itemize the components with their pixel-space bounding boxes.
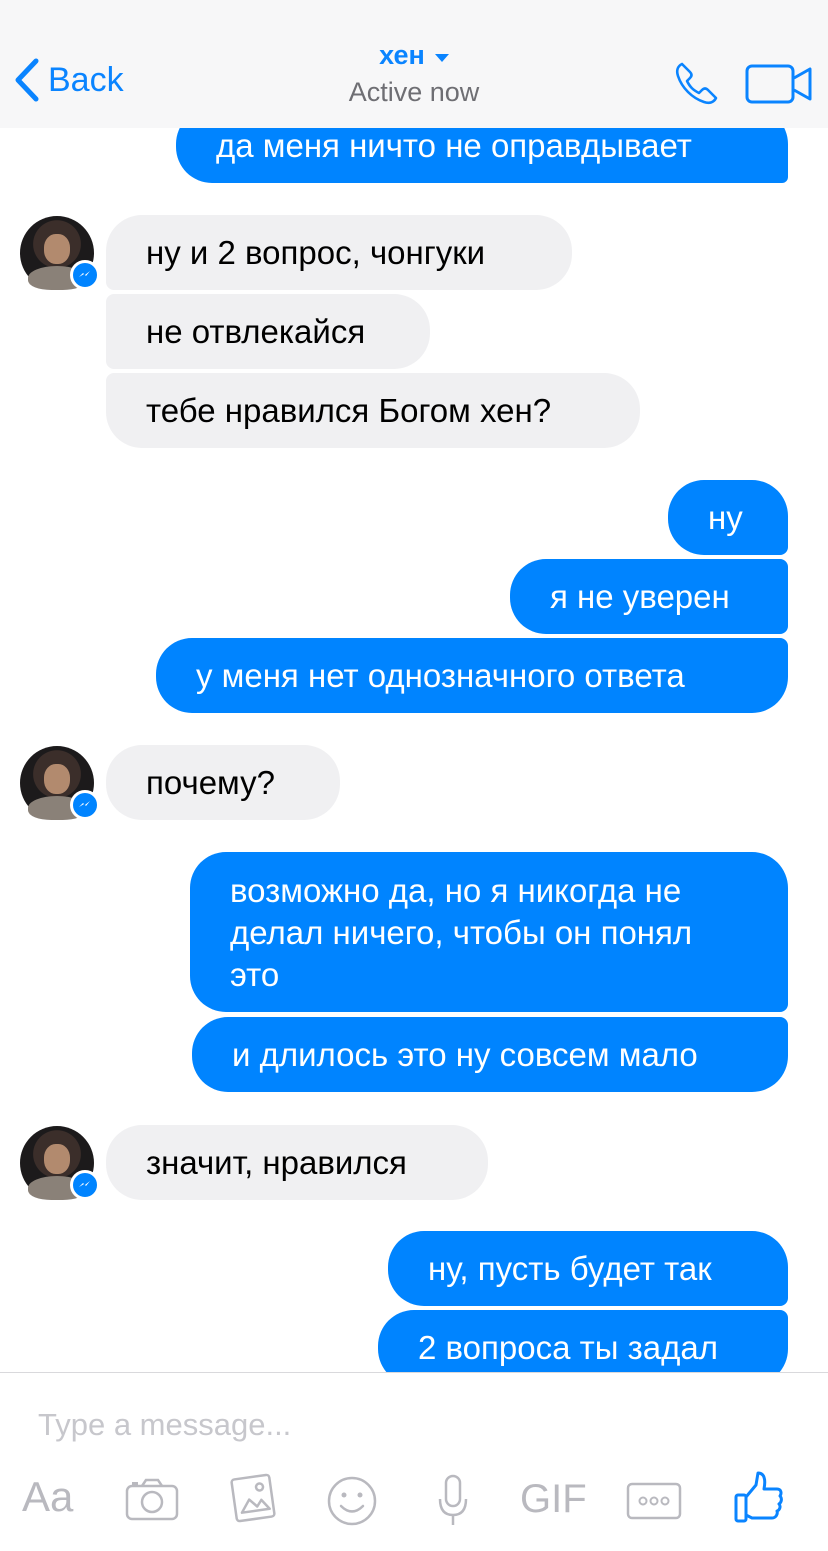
message-bubble-incoming[interactable]: почему? xyxy=(106,745,340,820)
message-text: 2 вопроса ты задал xyxy=(418,1328,718,1366)
microphone-icon xyxy=(438,1474,468,1525)
message-text: ну xyxy=(708,498,743,536)
message-text: ну и 2 вопрос, чонгуки xyxy=(146,233,486,271)
microphone-button[interactable] xyxy=(436,1473,470,1534)
message-text: почему? xyxy=(146,763,275,801)
text-format-button[interactable]: Aa xyxy=(22,1473,73,1521)
message-text: и длилось это ну совсем мало xyxy=(232,1035,698,1073)
more-icon xyxy=(626,1482,682,1520)
message-bubble-outgoing[interactable]: 2 вопроса ты задал xyxy=(378,1310,788,1372)
video-camera-icon xyxy=(745,64,812,104)
emoji-icon xyxy=(327,1476,377,1526)
message-bubble-incoming[interactable]: значит, нравился xyxy=(106,1125,488,1200)
message-text: не отвлекайся xyxy=(146,312,366,350)
emoji-button[interactable] xyxy=(326,1475,378,1532)
gif-button[interactable]: GIF xyxy=(520,1477,587,1522)
message-bubble-outgoing[interactable]: ну xyxy=(668,480,788,555)
message-list[interactable]: да меня ничто не оправдывает ну и 2 вопр… xyxy=(0,0,828,1372)
image-gallery-icon xyxy=(230,1473,276,1523)
chevron-down-icon xyxy=(434,53,449,62)
avatar[interactable] xyxy=(20,216,100,290)
thumbs-up-icon xyxy=(734,1471,783,1523)
chat-header: Back хен Active now xyxy=(0,0,828,128)
more-button[interactable] xyxy=(626,1481,682,1526)
camera-button[interactable] xyxy=(124,1475,180,1528)
message-text: возможно да, но я никогда не делал ничег… xyxy=(230,872,693,993)
message-text: значит, нравился xyxy=(146,1143,407,1181)
message-bubble-outgoing[interactable]: ну, пусть будет так xyxy=(388,1231,788,1306)
like-button[interactable] xyxy=(732,1469,784,1530)
video-call-button[interactable] xyxy=(744,62,814,111)
messenger-badge-icon xyxy=(70,790,100,820)
messenger-badge-icon xyxy=(70,260,100,290)
gif-label: GIF xyxy=(520,1477,587,1521)
message-bubble-incoming[interactable]: тебе нравился Богом хен? xyxy=(106,373,640,448)
messenger-badge-icon xyxy=(70,1170,100,1200)
message-text: я не уверен xyxy=(550,577,730,615)
text-format-label: Aa xyxy=(22,1473,74,1520)
call-button[interactable] xyxy=(672,60,720,113)
message-text: у меня нет однозначного ответа xyxy=(196,656,685,694)
avatar[interactable] xyxy=(20,1126,100,1200)
message-bubble-outgoing[interactable]: я не уверен xyxy=(510,559,788,634)
message-bubble-incoming[interactable]: ну и 2 вопрос, чонгуки xyxy=(106,215,572,290)
message-text: тебе нравился Богом хен? xyxy=(146,391,552,429)
avatar[interactable] xyxy=(20,746,100,820)
message-bubble-outgoing[interactable]: возможно да, но я никогда не делал ничег… xyxy=(190,852,788,1012)
gallery-button[interactable] xyxy=(226,1471,280,1530)
camera-icon xyxy=(125,1478,179,1521)
phone-icon xyxy=(675,62,718,105)
composer: Aa GIF xyxy=(0,1372,828,1551)
message-bubble-outgoing[interactable]: и длилось это ну совсем мало xyxy=(192,1017,788,1092)
message-bubble-outgoing[interactable]: у меня нет однозначного ответа xyxy=(156,638,788,713)
message-input[interactable] xyxy=(36,1399,780,1451)
contact-name: хен xyxy=(379,40,425,70)
message-text: ну, пусть будет так xyxy=(428,1249,712,1287)
message-bubble-incoming[interactable]: не отвлекайся xyxy=(106,294,430,369)
message-text: да меня ничто не оправдывает xyxy=(216,126,692,164)
